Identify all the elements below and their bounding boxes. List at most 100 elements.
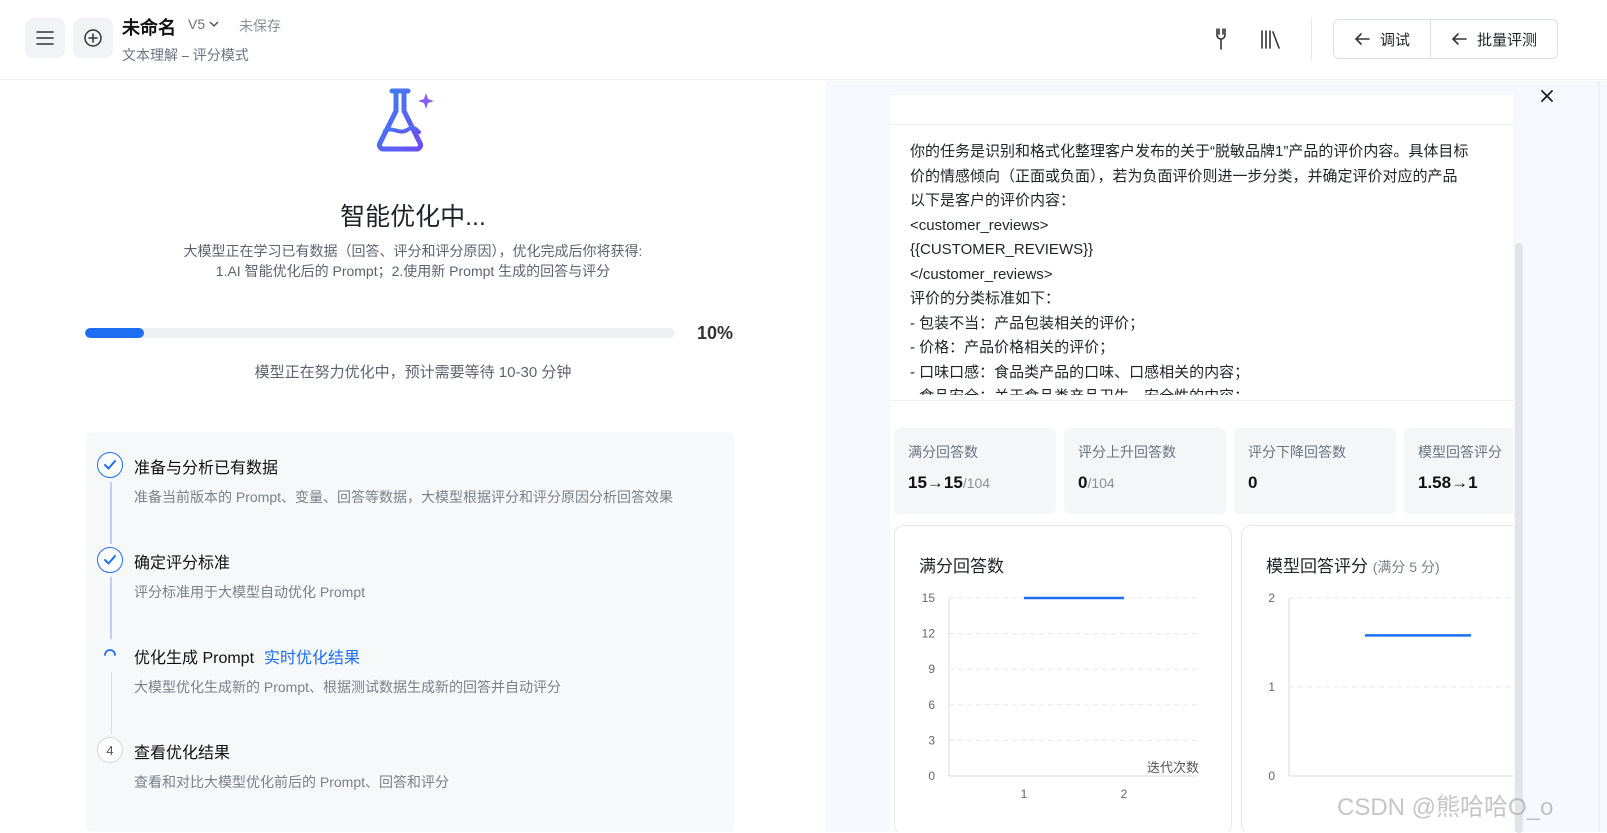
divider [890, 400, 1513, 401]
optimize-panel: 智能优化中... 大模型正在学习已有数据（回答、评分和评分原因），优化完成后你将… [0, 81, 826, 832]
menu-button[interactable] [25, 18, 65, 58]
batch-eval-button[interactable]: 批量评测 [1430, 20, 1557, 58]
prompt-line: {{CUSTOMER_REVIEWS}} [910, 241, 1094, 258]
progress-percent: 10% [697, 323, 734, 343]
books-icon [1261, 30, 1280, 49]
action-group: 调试 批量评测 [1333, 19, 1559, 59]
prompt-line: </customer_reviews> [910, 265, 1053, 283]
y-tick-label: 6 [928, 698, 935, 712]
arrow-left-icon [1354, 33, 1370, 45]
chevron-down-icon [209, 21, 219, 28]
steps-panel: 准备与分析已有数据 准备当前版本的 Prompt、变量、回答等数据，大模型根据评… [86, 432, 734, 832]
page-title: 未命名 [122, 18, 176, 38]
prompt-line: <customer_reviews> [910, 216, 1049, 234]
y-tick-label: 3 [928, 733, 935, 747]
y-tick-label: 12 [922, 627, 936, 641]
step-desc: 查看和对比大模型优化前后的 Prompt、回答和评分 [134, 774, 450, 790]
result-drawer: 你的任务是识别和格式化整理客户发布的关于“脱敏品牌1”产品的评价内容。具体目标价… [890, 95, 1513, 832]
top-bar: 未命名 V5 未保存 文本理解 ⎯ 评分模式 调试 批量评测 [0, 0, 1607, 80]
prompt-text: 你的任务是识别和格式化整理客户发布的关于“脱敏品牌1”产品的评价内容。具体目标价… [910, 140, 1505, 395]
arrow-left-icon [1451, 33, 1467, 45]
stat-label: 评分下降回答数 [1248, 444, 1346, 460]
y-tick-label: 2 [1268, 591, 1275, 605]
stat-value-row: 1.58→1 [1418, 473, 1478, 493]
prompt-line: 你的任务是识别和格式化整理客户发布的关于“脱敏品牌1”产品的评价内容。具体目标 [910, 143, 1469, 160]
x-tick-label: 2 [1121, 787, 1128, 801]
version-select[interactable]: V5 [188, 16, 219, 32]
prompt-line: - 口味口感：食品类产品的口味、口感相关的内容； [910, 363, 1250, 381]
spinner-icon [97, 642, 123, 668]
y-tick-label: 15 [922, 591, 936, 605]
flask-icon [376, 88, 434, 152]
add-button[interactable] [73, 18, 113, 58]
prompt-line: 以下是客户的评价内容： [910, 192, 1076, 209]
step-number: 4 [97, 737, 123, 763]
scrollbar[interactable] [1513, 105, 1523, 833]
prompt-line: - 食品安全：关于食品类产品卫生、安全性的内容； [910, 385, 1505, 395]
watermark: CSDN @熊哈哈O_o [1337, 794, 1554, 821]
step-title: 查看优化结果 [134, 745, 231, 762]
stat-value: 1.58→1 [1418, 473, 1478, 492]
stat-value-row: 0/104 [1078, 473, 1115, 493]
x-tick-label: 1 [1021, 787, 1028, 801]
stat-label: 满分回答数 [908, 444, 978, 460]
live-result-link[interactable]: 实时优化结果 [264, 650, 360, 667]
prompt-line: 评价的分类标准如下： [910, 290, 1061, 307]
divider [1311, 18, 1312, 60]
stat-value-row: 0 [1248, 473, 1257, 493]
optimize-description: 大模型正在学习已有数据（回答、评分和评分原因），优化完成后你将获得: 1.AI … [0, 241, 826, 281]
library-button[interactable] [1258, 26, 1284, 52]
stat-card: 评分下降回答数 0 [1234, 428, 1396, 514]
check-icon [97, 452, 123, 478]
check-icon [97, 547, 123, 573]
batch-eval-label: 批量评测 [1477, 31, 1538, 49]
step-title-row: 优化生成 Prompt 实时优化结果 [134, 644, 360, 668]
y-tick-label: 9 [928, 662, 935, 676]
prompt-line: - 包装不当：产品包装相关的评价； [910, 314, 1145, 332]
stat-card: 模型回答评分 1.58→1 [1404, 428, 1513, 514]
step-title: 准备与分析已有数据 [134, 460, 279, 477]
close-button[interactable] [1537, 86, 1557, 106]
add-circle-icon [84, 29, 102, 47]
step-desc: 大模型优化生成新的 Prompt、根据测试数据生成新的回答并自动评分 [134, 679, 562, 695]
scrollbar-thumb[interactable] [1515, 243, 1523, 833]
step-connector [110, 482, 112, 544]
step-title: 确定评分标准 [134, 555, 231, 572]
close-icon [1541, 90, 1553, 102]
step-connector [110, 672, 112, 734]
debug-button[interactable]: 调试 [1334, 20, 1430, 58]
y-tick-label: 0 [928, 769, 935, 783]
full-score-chart: 036912151 2迭代次数 [922, 591, 1199, 801]
prompt-header [890, 95, 1513, 125]
stat-value-row: 15→15/104 [908, 473, 990, 493]
full-score-chart-card: 满分回答数 0 3 6 9 12 15 1 2 迭代次数 [894, 525, 1232, 832]
save-status: 未保存 [239, 18, 281, 34]
menu-icon [36, 31, 54, 45]
progress-bar [85, 328, 675, 338]
wrench-icon [1216, 28, 1226, 50]
description-line: 1.AI 智能优化后的 Prompt；2.使用新 Prompt 生成的回答与评分 [215, 263, 611, 279]
x-axis-label: 迭代次数 [1147, 760, 1199, 775]
breadcrumb: 文本理解 ⎯ 评分模式 [122, 47, 249, 63]
tool-button[interactable] [1208, 26, 1234, 52]
step-desc: 评分标准用于大模型自动优化 Prompt [134, 584, 366, 600]
prompt-line: 价的情感倾向（正面或负面），若为负面评价则进一步分类，并确定评价对应的产品 [910, 167, 1458, 185]
step-title: 优化生成 Prompt [134, 650, 255, 667]
stat-value: 0 [1248, 473, 1258, 492]
score-chart-card: 模型回答评分 (满分 5 分) 012 [1241, 525, 1513, 832]
window-edge [1598, 81, 1600, 832]
stat-label: 评分上升回答数 [1078, 444, 1176, 460]
description-line: 大模型正在学习已有数据（回答、评分和评分原因），优化完成后你将获得: [183, 243, 643, 259]
prompt-line: - 价格：产品价格相关的评价； [910, 339, 1115, 356]
stat-denominator: /104 [1087, 475, 1115, 491]
wait-notice: 模型正在努力优化中，预计需要等待 10-30 分钟 [254, 364, 572, 381]
stat-denominator: /104 [962, 475, 991, 491]
y-tick-label: 0 [1268, 769, 1275, 783]
stat-card: 评分上升回答数 0/104 [1064, 428, 1226, 514]
optimize-title: 智能优化中... [340, 203, 486, 231]
debug-label: 调试 [1380, 31, 1411, 49]
stat-value: 15→15 [908, 473, 963, 492]
stat-card: 满分回答数 15→15/104 [894, 428, 1056, 514]
version-label: V5 [188, 16, 206, 32]
step-desc: 准备当前版本的 Prompt、变量、回答等数据，大模型根据评分和评分原因分析回答… [134, 489, 674, 505]
